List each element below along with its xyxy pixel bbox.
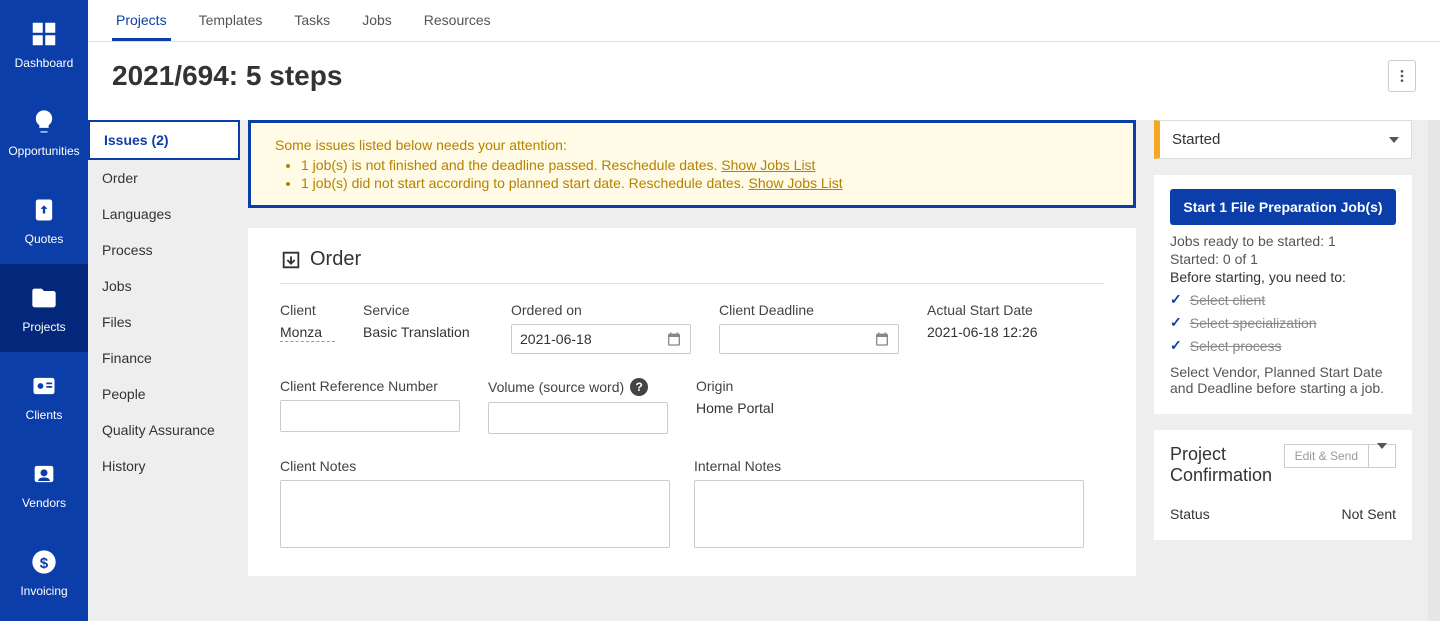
volume-label: Volume (source word) ?	[488, 378, 668, 396]
quote-icon	[28, 194, 60, 226]
chevron-down-icon	[1377, 443, 1387, 463]
tab-jobs[interactable]: Jobs	[358, 0, 396, 41]
issue-line-1: 1 job(s) is not finished and the deadlin…	[301, 157, 1113, 173]
ordered-on-label: Ordered on	[511, 302, 691, 318]
tab-projects[interactable]: Projects	[112, 0, 171, 41]
edit-send-dropdown[interactable]	[1369, 444, 1396, 468]
bulb-icon	[28, 106, 60, 138]
section-languages[interactable]: Languages	[88, 196, 240, 232]
check-select-client: ✓ Select client	[1170, 291, 1396, 308]
sidebar-label: Invoicing	[20, 584, 67, 598]
chevron-down-icon	[1389, 137, 1399, 143]
tab-templates[interactable]: Templates	[195, 0, 267, 41]
edit-send-button[interactable]: Edit & Send	[1284, 444, 1369, 468]
tab-tasks[interactable]: Tasks	[290, 0, 334, 41]
project-section-nav: Issues (2) Order Languages Process Jobs …	[88, 120, 240, 621]
page-title: 2021/694: 5 steps	[112, 60, 342, 92]
jobs-started-text: Started: 0 of 1	[1170, 251, 1396, 267]
sidebar-label: Clients	[26, 408, 63, 422]
confirmation-title: Project Confirmation	[1170, 444, 1272, 486]
show-jobs-list-link-1[interactable]: Show Jobs List	[721, 157, 815, 173]
client-notes-input[interactable]	[280, 480, 670, 548]
service-value: Basic Translation	[363, 324, 483, 340]
sidebar-item-projects[interactable]: Projects	[0, 264, 88, 352]
origin-value: Home Portal	[696, 400, 774, 416]
client-label: Client	[280, 302, 335, 318]
issues-intro: Some issues listed below needs your atte…	[275, 137, 1113, 153]
ordered-on-input[interactable]: 2021-06-18	[511, 324, 691, 354]
section-history[interactable]: History	[88, 448, 240, 484]
clients-icon	[28, 370, 60, 402]
confirmation-status-label: Status	[1170, 506, 1210, 522]
check-icon: ✓	[1170, 314, 1182, 331]
sidebar-label: Opportunities	[8, 144, 79, 158]
check-select-specialization: ✓ Select specialization	[1170, 314, 1396, 331]
volume-input[interactable]	[488, 402, 668, 434]
section-jobs[interactable]: Jobs	[88, 268, 240, 304]
folder-icon	[28, 282, 60, 314]
vertical-scrollbar[interactable]	[1428, 120, 1440, 621]
calendar-icon	[874, 331, 890, 347]
section-order[interactable]: Order	[88, 160, 240, 196]
invoice-icon: $	[28, 546, 60, 578]
check-icon: ✓	[1170, 337, 1182, 354]
calendar-icon	[666, 331, 682, 347]
more-actions-button[interactable]	[1388, 60, 1416, 92]
sidebar-label: Dashboard	[15, 56, 74, 70]
sidebar-item-vendors[interactable]: Vendors	[0, 440, 88, 528]
client-ref-label: Client Reference Number	[280, 378, 460, 394]
section-files[interactable]: Files	[88, 304, 240, 340]
issue-line-2: 1 job(s) did not start according to plan…	[301, 175, 1113, 191]
section-finance[interactable]: Finance	[88, 340, 240, 376]
section-people[interactable]: People	[88, 376, 240, 412]
issues-banner: Some issues listed below needs your atte…	[248, 120, 1136, 208]
client-notes-label: Client Notes	[280, 458, 670, 474]
internal-notes-label: Internal Notes	[694, 458, 1084, 474]
confirmation-status-value: Not Sent	[1342, 506, 1396, 522]
client-ref-input[interactable]	[280, 400, 460, 432]
project-status-select[interactable]: Started	[1154, 120, 1412, 159]
client-value[interactable]: Monza	[280, 324, 335, 342]
sidebar-label: Quotes	[25, 232, 64, 246]
svg-text:$: $	[40, 555, 49, 572]
section-issues[interactable]: Issues (2)	[88, 120, 240, 160]
service-label: Service	[363, 302, 483, 318]
dashboard-icon	[28, 18, 60, 50]
order-panel: Order Client Monza Service Basic Transla…	[248, 228, 1136, 576]
start-file-prep-button[interactable]: Start 1 File Preparation Job(s)	[1170, 189, 1396, 225]
origin-label: Origin	[696, 378, 774, 394]
sidebar-item-dashboard[interactable]: Dashboard	[0, 0, 88, 88]
top-tabbar: Projects Templates Tasks Jobs Resources	[88, 0, 1440, 42]
sidebar-item-invoicing[interactable]: $ Invoicing	[0, 528, 88, 616]
start-jobs-panel: Start 1 File Preparation Job(s) Jobs rea…	[1154, 175, 1412, 414]
sidebar-item-quotes[interactable]: Quotes	[0, 176, 88, 264]
section-quality-assurance[interactable]: Quality Assurance	[88, 412, 240, 448]
client-deadline-label: Client Deadline	[719, 302, 899, 318]
section-process[interactable]: Process	[88, 232, 240, 268]
internal-notes-input[interactable]	[694, 480, 1084, 548]
jobs-ready-text: Jobs ready to be started: 1	[1170, 233, 1396, 249]
client-deadline-input[interactable]	[719, 324, 899, 354]
sidebar-item-opportunities[interactable]: Opportunities	[0, 88, 88, 176]
show-jobs-list-link-2[interactable]: Show Jobs List	[749, 175, 843, 191]
sidebar-label: Vendors	[22, 496, 66, 510]
sidebar-label: Projects	[22, 320, 65, 334]
help-icon[interactable]: ?	[630, 378, 648, 396]
start-hint: Select Vendor, Planned Start Date and De…	[1170, 364, 1396, 396]
actual-start-value: 2021-06-18 12:26	[927, 324, 1038, 340]
order-panel-title: Order	[280, 248, 1104, 271]
main-sidebar: Dashboard Opportunities Quotes Projects …	[0, 0, 88, 621]
before-starting-text: Before starting, you need to:	[1170, 269, 1396, 285]
vendor-icon	[28, 458, 60, 490]
project-confirmation-panel: Project Confirmation Edit & Send Status …	[1154, 430, 1412, 540]
sidebar-item-clients[interactable]: Clients	[0, 352, 88, 440]
check-select-process: ✓ Select process	[1170, 337, 1396, 354]
check-icon: ✓	[1170, 291, 1182, 308]
tab-resources[interactable]: Resources	[420, 0, 495, 41]
status-value: Started	[1172, 131, 1220, 148]
actual-start-label: Actual Start Date	[927, 302, 1038, 318]
